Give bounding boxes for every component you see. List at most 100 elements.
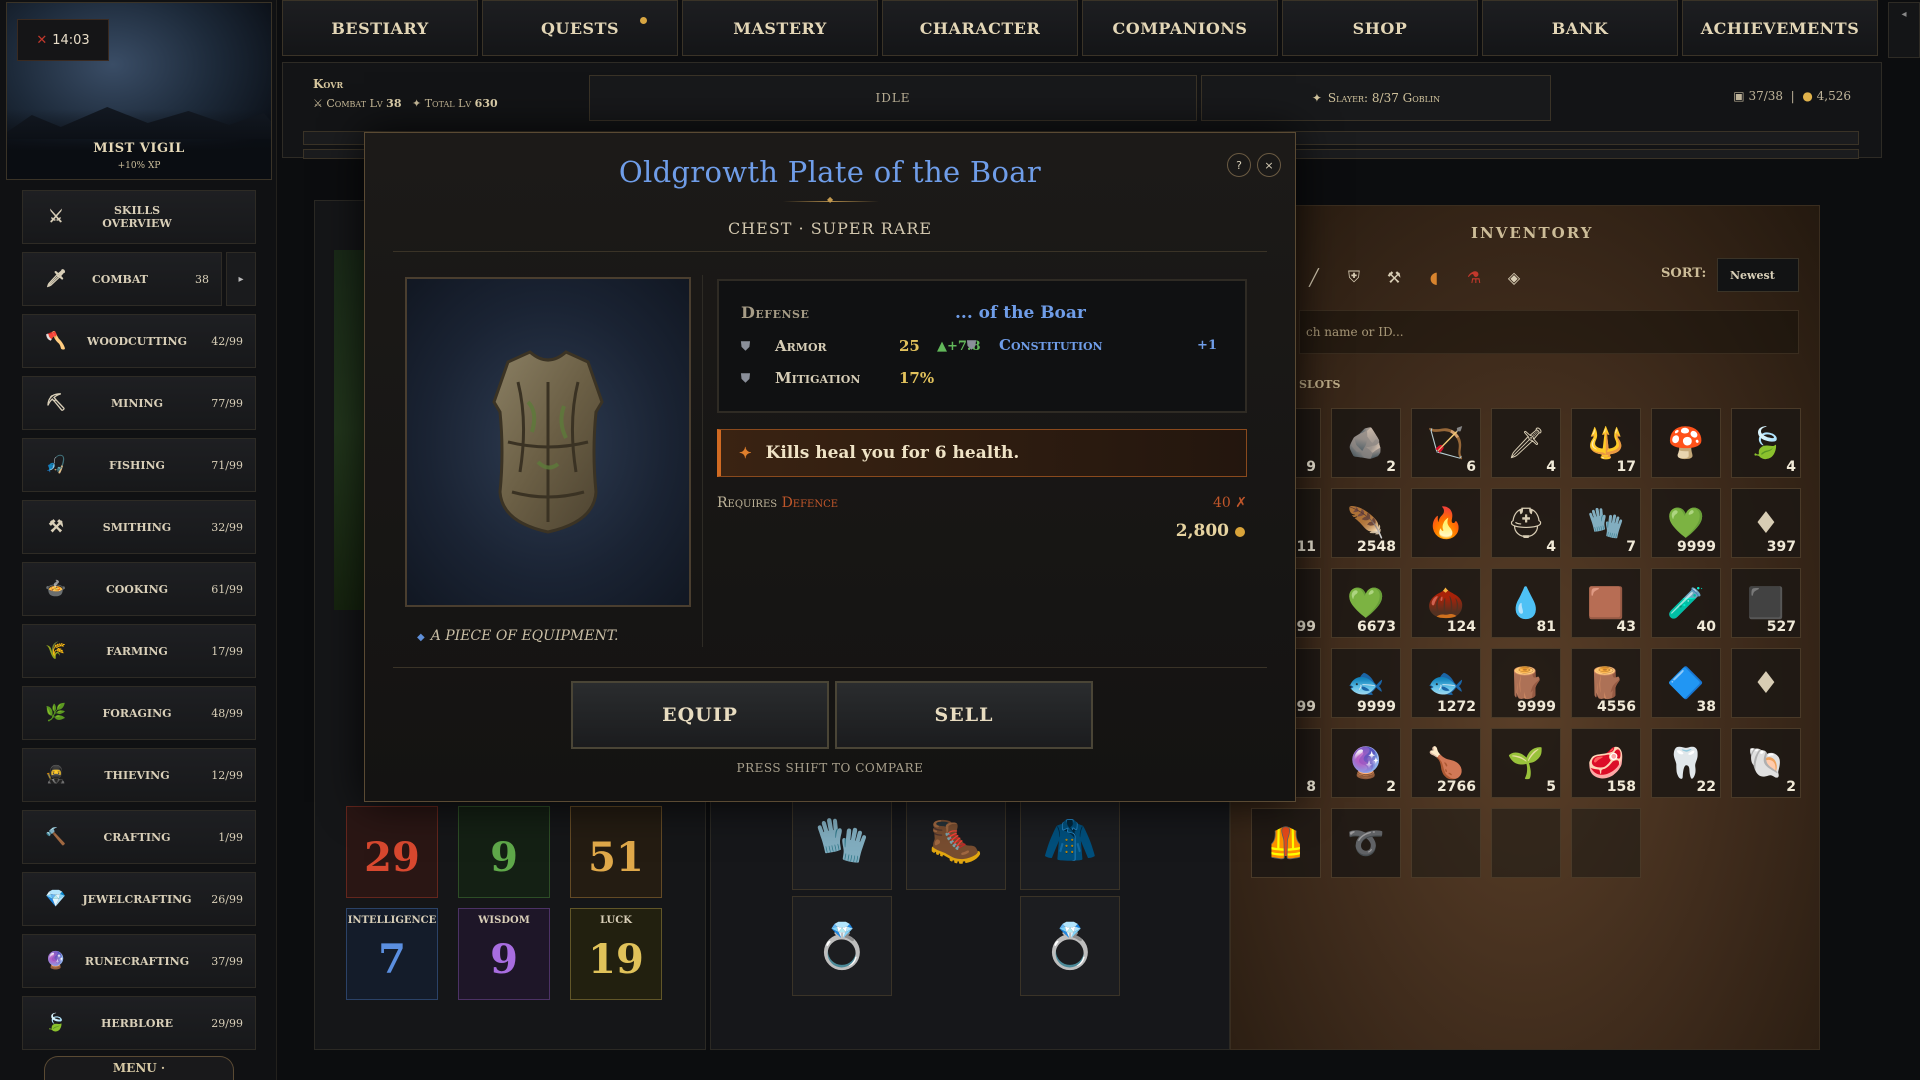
inventory-slot-empty[interactable] xyxy=(1491,808,1561,878)
sidebar-item-farming[interactable]: 🌾 FARMING 17/99 xyxy=(22,624,256,678)
equip-button[interactable]: EQUIP xyxy=(571,681,829,749)
bow-icon: 🏹 xyxy=(1427,425,1465,461)
attribute-card[interactable]: 9 xyxy=(458,806,550,898)
inventory-slot[interactable]: 🍗 2766 xyxy=(1411,728,1481,798)
inventory-slot[interactable]: 🌱 5 xyxy=(1491,728,1561,798)
inventory-slot[interactable]: 💚 9999 xyxy=(1651,488,1721,558)
sidebar-item-level: 17/99 xyxy=(211,644,243,658)
inventory-slot[interactable]: ⬛ 527 xyxy=(1731,568,1801,638)
session-timer: ✕ 14:03 xyxy=(17,19,109,61)
tab-mastery[interactable]: MASTERY xyxy=(682,0,878,56)
item-quantity: 40 xyxy=(1696,619,1716,635)
inventory-slot[interactable]: 🥩 158 xyxy=(1571,728,1641,798)
inventory-slot[interactable]: 🦺 xyxy=(1251,808,1321,878)
inventory-slot[interactable]: 🗡 4 xyxy=(1491,408,1561,478)
inventory-slot[interactable]: 🍄 xyxy=(1651,408,1721,478)
inventory-slot[interactable]: 🪶 2548 xyxy=(1331,488,1401,558)
inventory-slot[interactable]: 🧪 40 xyxy=(1651,568,1721,638)
sidebar-item-mining[interactable]: ⛏ MINING 77/99 xyxy=(22,376,256,430)
sidebar-item-thieving[interactable]: 🥷 THIEVING 12/99 xyxy=(22,748,256,802)
combat-expand-button[interactable]: ▸ xyxy=(226,252,256,306)
inventory-slot[interactable]: 🟫 43 xyxy=(1571,568,1641,638)
tab-character[interactable]: CHARACTER xyxy=(882,0,1078,56)
sidebar-item-foraging[interactable]: 🌿 FORAGING 48/99 xyxy=(22,686,256,740)
attribute-value: 19 xyxy=(588,935,644,983)
inventory-slot[interactable]: 🐚 2 xyxy=(1731,728,1801,798)
log-icon: 🪵 xyxy=(1587,665,1625,701)
inventory-slot[interactable]: 🌰 124 xyxy=(1411,568,1481,638)
activity-status[interactable]: IDLE xyxy=(589,75,1197,121)
ring-slot-1[interactable]: 💍 xyxy=(792,896,892,996)
sidebar-item-runecrafting[interactable]: 🔮 RUNECRAFTING 37/99 xyxy=(22,934,256,988)
inventory-slot-empty[interactable] xyxy=(1571,808,1641,878)
sidebar-item-jewelcrafting[interactable]: 💎 JEWELCRAFTING 26/99 xyxy=(22,872,256,926)
skull-icon: ✦ xyxy=(1311,91,1322,105)
zone-banner[interactable]: ✕ 14:03 MIST VIGIL +10% XP xyxy=(6,2,272,180)
tab-bestiary[interactable]: BESTIARY xyxy=(282,0,478,56)
sidebar-item-skills-overview[interactable]: ⚔ SKILLS OVERVIEW xyxy=(22,190,256,244)
gauntlets-slot[interactable]: 🧤 xyxy=(792,790,892,890)
title-divider xyxy=(783,195,879,204)
attribute-card[interactable]: INTELLIGENCE 7 xyxy=(346,908,438,1000)
inventory-slot[interactable]: 🪵 9999 xyxy=(1491,648,1561,718)
sidebar-item-woodcutting[interactable]: 🪓 WOODCUTTING 42/99 xyxy=(22,314,256,368)
filter-sword-icon[interactable]: ╱ xyxy=(1299,262,1329,292)
inventory-slot[interactable]: 🪵 4556 xyxy=(1571,648,1641,718)
sidebar-item-fishing[interactable]: 🎣 FISHING 71/99 xyxy=(22,438,256,492)
filter-armor-icon[interactable]: ⛨ xyxy=(1339,262,1369,292)
inventory-slot[interactable]: 🐟 1272 xyxy=(1411,648,1481,718)
menu-button[interactable]: MENU · xyxy=(44,1056,234,1080)
sidebar-item-herblore[interactable]: 🍃 HERBLORE 29/99 xyxy=(22,996,256,1050)
tab-companions[interactable]: COMPANIONS xyxy=(1082,0,1278,56)
inventory-slot[interactable]: ♦ 397 xyxy=(1731,488,1801,558)
filter-misc-icon[interactable]: ◈ xyxy=(1499,262,1529,292)
sidebar-item-level: 29/99 xyxy=(211,1016,243,1030)
zone-title: MIST VIGIL xyxy=(93,141,185,156)
tab-shop[interactable]: SHOP xyxy=(1282,0,1478,56)
close-button[interactable]: × xyxy=(1257,153,1281,177)
corner-toggle[interactable]: ◂ xyxy=(1888,2,1920,58)
sort-select[interactable]: Newest xyxy=(1717,258,1799,292)
sparkle-icon: ✦ xyxy=(739,444,752,462)
inventory-slot[interactable]: 🍃 4 xyxy=(1731,408,1801,478)
tab-bank[interactable]: BANK xyxy=(1482,0,1678,56)
inventory-slot[interactable]: 🐟 9999 xyxy=(1331,648,1401,718)
filter-food-icon[interactable]: ◖ xyxy=(1419,262,1449,292)
sidebar-item-cooking[interactable]: 🍲 COOKING 61/99 xyxy=(22,562,256,616)
inventory-slot[interactable]: 🔥 xyxy=(1411,488,1481,558)
sidebar-item-crafting[interactable]: 🔨 CRAFTING 1/99 xyxy=(22,810,256,864)
inventory-search-input[interactable]: ch name or ID... xyxy=(1299,310,1799,354)
item-quantity: 99 xyxy=(1296,619,1316,635)
tab-achievements[interactable]: ACHIEVEMENTS xyxy=(1682,0,1878,56)
inventory-slot[interactable]: 🔱 17 xyxy=(1571,408,1641,478)
inventory-slot[interactable]: 🔮 2 xyxy=(1331,728,1401,798)
inventory-slot[interactable]: 🔷 38 xyxy=(1651,648,1721,718)
attribute-card[interactable]: LUCK 19 xyxy=(570,908,662,1000)
inventory-slot[interactable]: ➰ xyxy=(1331,808,1401,878)
inventory-slot-empty[interactable] xyxy=(1411,808,1481,878)
slayer-task[interactable]: ✦ Slayer: 8/37 Goblin xyxy=(1201,75,1551,121)
tab-quests[interactable]: QUESTS xyxy=(482,0,678,56)
sidebar-item-smithing[interactable]: ⚒ SMITHING 32/99 xyxy=(22,500,256,554)
inventory-slot[interactable]: ⛑ 4 xyxy=(1491,488,1561,558)
item-quantity: 11 xyxy=(1296,539,1316,555)
inventory-slot[interactable]: ♦ xyxy=(1731,648,1801,718)
sell-button[interactable]: SELL xyxy=(835,681,1093,749)
filter-tool-icon[interactable]: ⚒ xyxy=(1379,262,1409,292)
inventory-slot[interactable]: 🦷 22 xyxy=(1651,728,1721,798)
sidebar-item-combat[interactable]: 🗡 COMBAT 38 xyxy=(22,252,222,306)
inventory-slot[interactable]: 💚 6673 xyxy=(1331,568,1401,638)
help-button[interactable]: ? xyxy=(1227,153,1251,177)
attribute-card[interactable]: 51 xyxy=(570,806,662,898)
diamond-bullet-icon: ◆ xyxy=(417,632,425,643)
boots-slot[interactable]: 🥾 xyxy=(906,790,1006,890)
inventory-slot[interactable]: 🪨 2 xyxy=(1331,408,1401,478)
inventory-slot[interactable]: 💧 81 xyxy=(1491,568,1561,638)
attribute-card[interactable]: 29 xyxy=(346,806,438,898)
inventory-slot[interactable]: 🏹 6 xyxy=(1411,408,1481,478)
cape-slot[interactable]: 🧥 xyxy=(1020,790,1120,890)
inventory-slot[interactable]: 🧤 7 xyxy=(1571,488,1641,558)
ring-slot-2[interactable]: 💍 xyxy=(1020,896,1120,996)
filter-potion-icon[interactable]: ⚗ xyxy=(1459,262,1489,292)
attribute-card[interactable]: WISDOM 9 xyxy=(458,908,550,1000)
